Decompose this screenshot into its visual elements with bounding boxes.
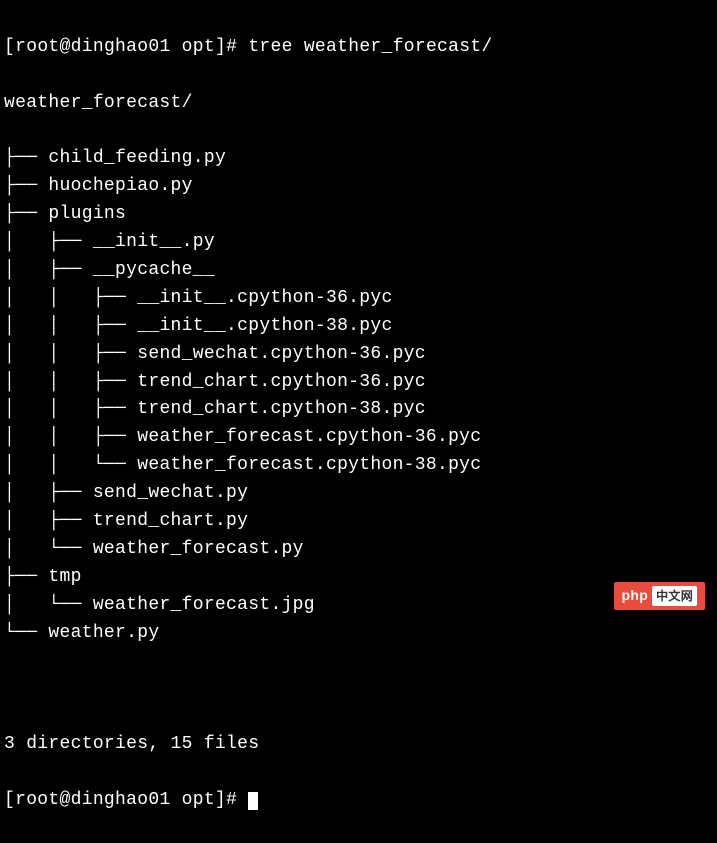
prompt-symbol: # <box>226 37 237 57</box>
watermark-cn: 中文网 <box>652 586 697 607</box>
watermark-label: php <box>622 585 649 607</box>
tree-entry: __pycache__ <box>93 260 215 280</box>
prompt-close: ] <box>215 37 226 57</box>
tree-line: │ ├── __init__.py <box>4 229 713 257</box>
tree-prefix: ├── <box>4 148 48 168</box>
tree-prefix: │ ├── <box>4 260 93 280</box>
tree-root: weather_forecast/ <box>4 90 713 118</box>
tree-entry: trend_chart.py <box>93 511 248 531</box>
tree-line: │ ├── trend_chart.py <box>4 508 713 536</box>
tree-line: │ │ ├── weather_forecast.cpython-36.pyc <box>4 424 713 452</box>
tree-prefix: │ │ ├── <box>4 399 137 419</box>
blank-line <box>4 675 713 703</box>
tree-prefix: ├── <box>4 204 48 224</box>
tree-entry: __init__.py <box>93 232 215 252</box>
prompt-line-2[interactable]: [root@dinghao01 opt]# <box>4 787 713 815</box>
tree-entry: trend_chart.cpython-38.pyc <box>137 399 426 419</box>
prompt-host: dinghao01 <box>71 37 171 57</box>
tree-line: ├── huochepiao.py <box>4 173 713 201</box>
tree-prefix: │ ├── <box>4 511 93 531</box>
tree-entry: weather_forecast.cpython-38.pyc <box>137 455 481 475</box>
tree-prefix: │ └── <box>4 595 93 615</box>
tree-entry: weather_forecast.jpg <box>93 595 315 615</box>
tree-prefix: │ └── <box>4 539 93 559</box>
prompt-user: root <box>15 37 59 57</box>
tree-entry: child_feeding.py <box>48 148 226 168</box>
tree-line: │ │ ├── trend_chart.cpython-38.pyc <box>4 396 713 424</box>
watermark-badge: php 中文网 <box>614 582 705 610</box>
cursor <box>248 792 258 810</box>
tree-line: │ │ ├── send_wechat.cpython-36.pyc <box>4 341 713 369</box>
tree-entry: __init__.cpython-36.pyc <box>137 288 392 308</box>
tree-prefix: ├── <box>4 567 48 587</box>
terminal-output: [root@dinghao01 opt]# tree weather_forec… <box>4 6 713 843</box>
tree-prefix: │ │ ├── <box>4 316 137 336</box>
tree-line: ├── child_feeding.py <box>4 145 713 173</box>
tree-entry: trend_chart.cpython-36.pyc <box>137 372 426 392</box>
tree-entry: tmp <box>48 567 81 587</box>
tree-prefix: │ │ ├── <box>4 427 137 447</box>
tree-entry: weather_forecast.py <box>93 539 304 559</box>
tree-prefix: │ │ ├── <box>4 344 137 364</box>
tree-line: │ ├── __pycache__ <box>4 257 713 285</box>
prompt2-text: [root@dinghao01 opt]# <box>4 790 248 810</box>
tree-entry: send_wechat.cpython-36.pyc <box>137 344 426 364</box>
tree-entry: weather.py <box>48 623 159 643</box>
tree-body: ├── child_feeding.py├── huochepiao.py├──… <box>4 145 713 647</box>
tree-entry: huochepiao.py <box>48 176 192 196</box>
tree-summary: 3 directories, 15 files <box>4 731 713 759</box>
tree-line: ├── tmp <box>4 564 713 592</box>
tree-line: │ │ └── weather_forecast.cpython-38.pyc <box>4 452 713 480</box>
tree-entry: weather_forecast.cpython-36.pyc <box>137 427 481 447</box>
tree-line: │ │ ├── trend_chart.cpython-36.pyc <box>4 369 713 397</box>
prompt-path: opt <box>182 37 215 57</box>
tree-line: │ │ ├── __init__.cpython-36.pyc <box>4 285 713 313</box>
prompt-at: @ <box>60 37 71 57</box>
tree-prefix: │ │ ├── <box>4 288 137 308</box>
prompt-line[interactable]: [root@dinghao01 opt]# tree weather_forec… <box>4 34 713 62</box>
tree-line: │ └── weather_forecast.jpg <box>4 592 713 620</box>
tree-line: ├── plugins <box>4 201 713 229</box>
tree-prefix: │ │ └── <box>4 455 137 475</box>
tree-line: │ └── weather_forecast.py <box>4 536 713 564</box>
command-text: tree weather_forecast/ <box>248 37 492 57</box>
tree-line: │ │ ├── __init__.cpython-38.pyc <box>4 313 713 341</box>
tree-entry: send_wechat.py <box>93 483 248 503</box>
tree-line: └── weather.py <box>4 620 713 648</box>
tree-entry: plugins <box>48 204 126 224</box>
tree-prefix: ├── <box>4 176 48 196</box>
tree-entry: __init__.cpython-38.pyc <box>137 316 392 336</box>
tree-prefix: └── <box>4 623 48 643</box>
prompt-open: [ <box>4 37 15 57</box>
tree-prefix: │ ├── <box>4 232 93 252</box>
tree-prefix: │ ├── <box>4 483 93 503</box>
tree-prefix: │ │ ├── <box>4 372 137 392</box>
tree-line: │ ├── send_wechat.py <box>4 480 713 508</box>
